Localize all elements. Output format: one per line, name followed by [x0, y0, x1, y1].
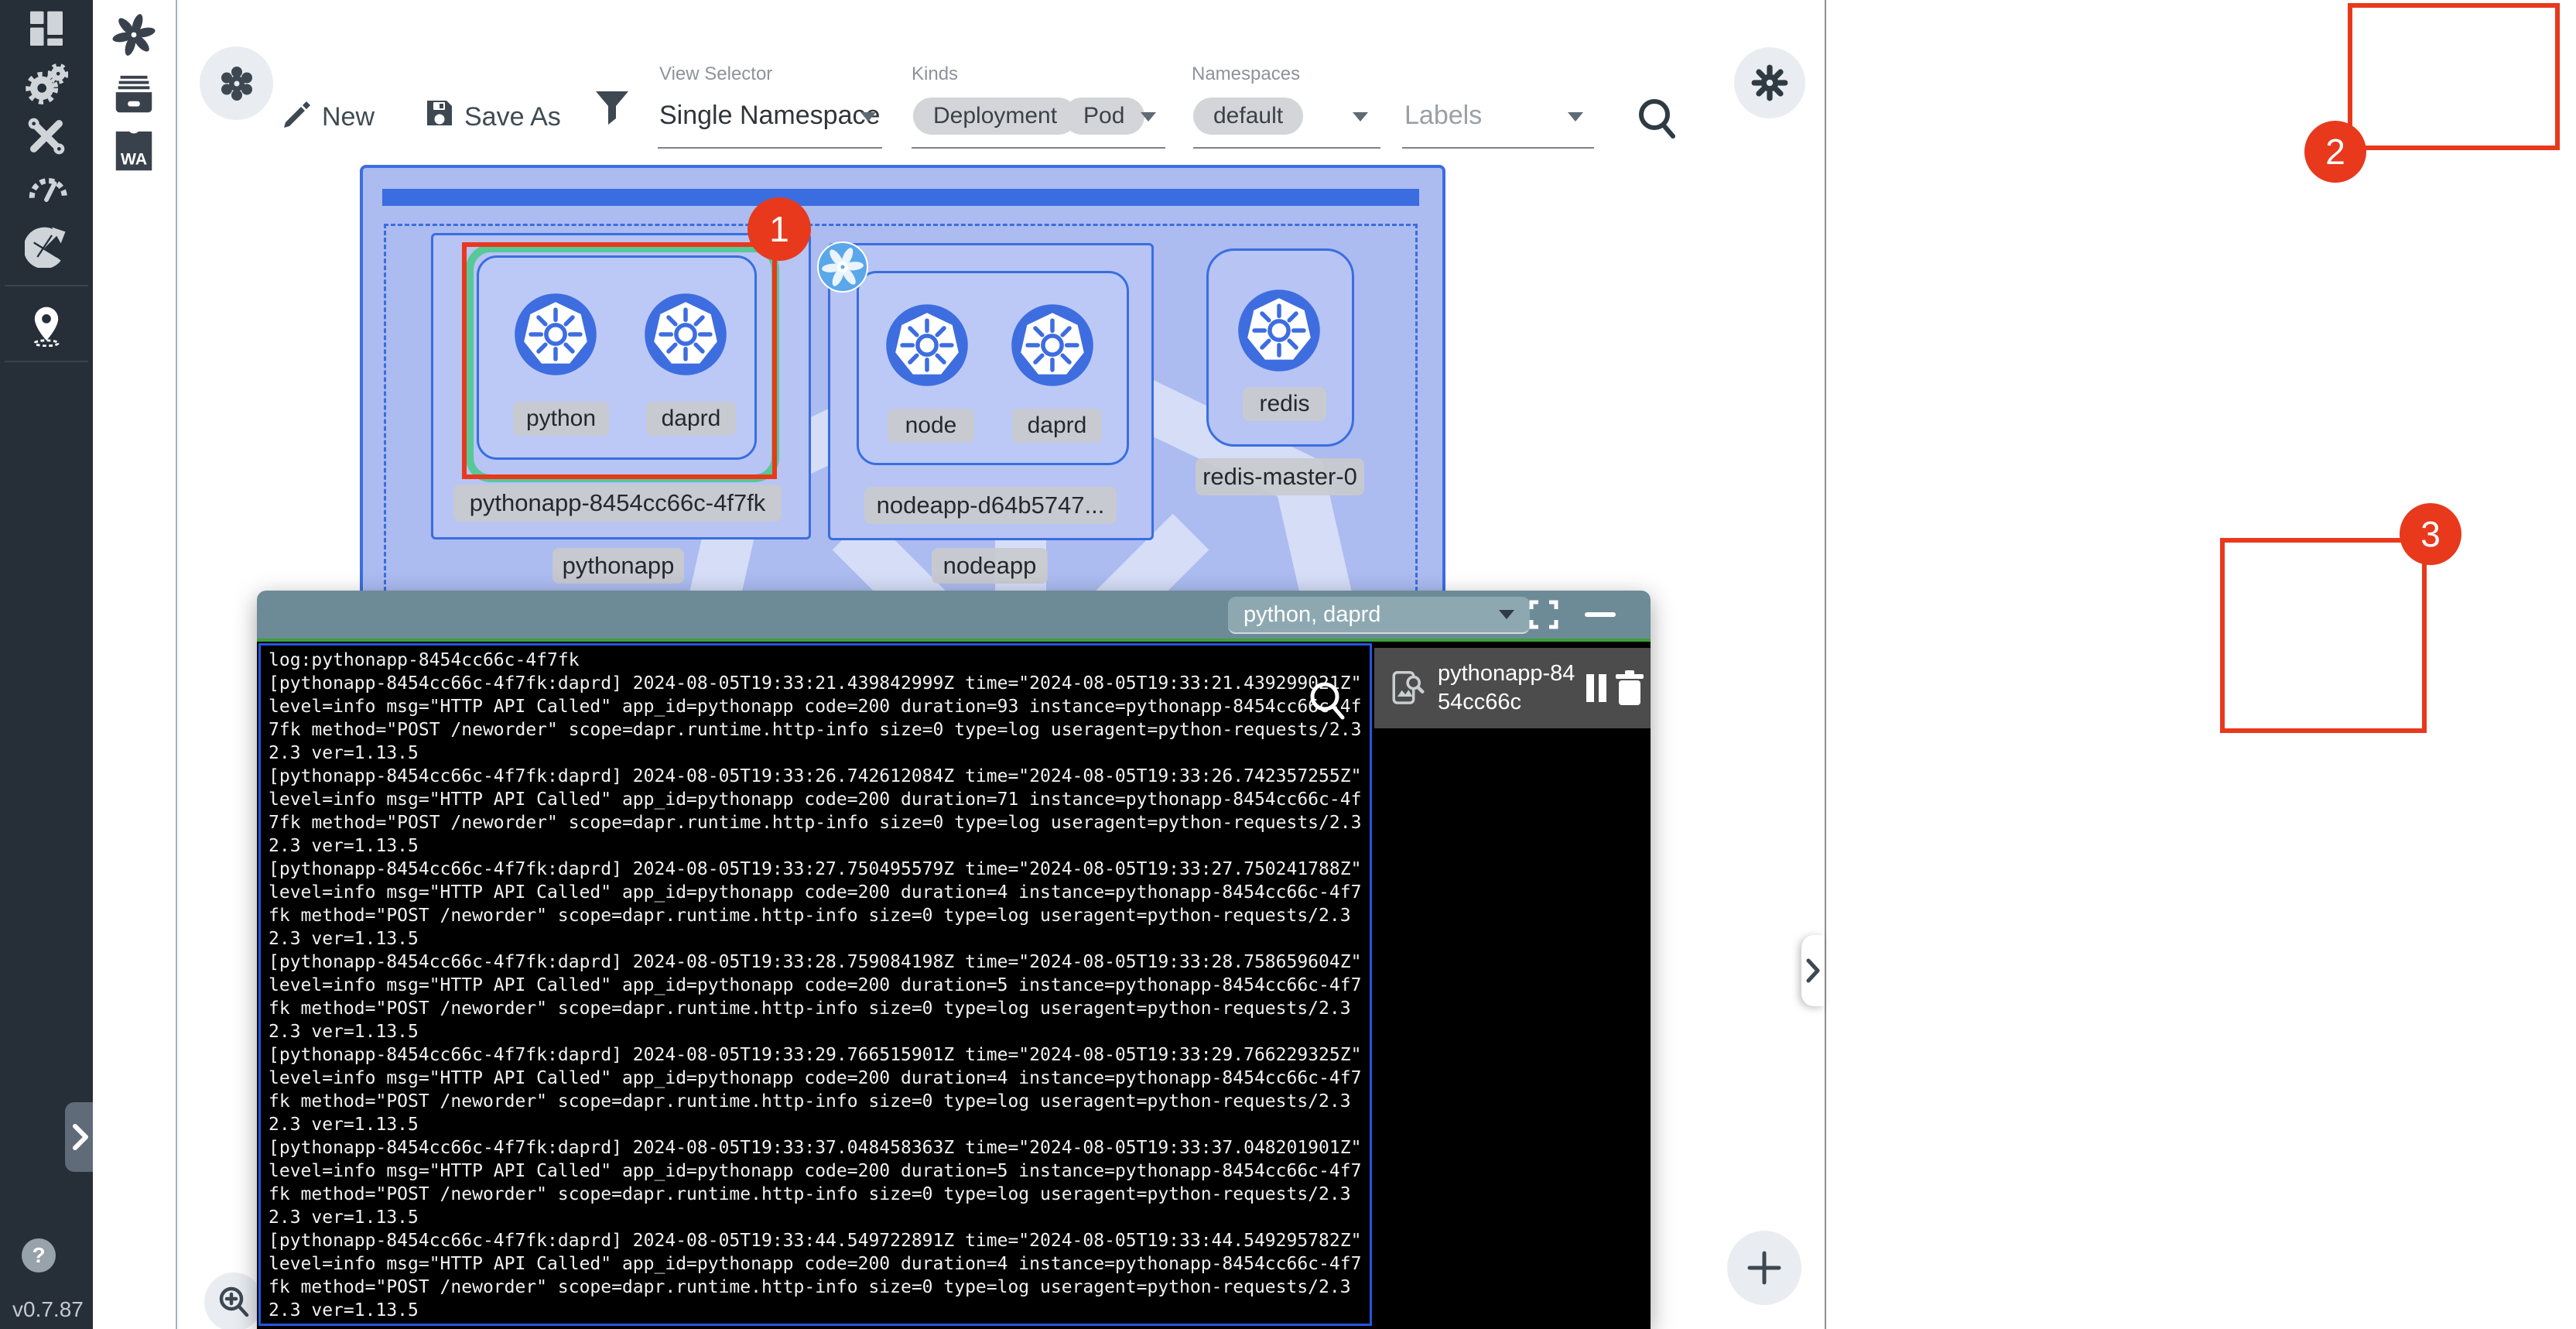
zoom-in-button[interactable] — [204, 1272, 263, 1329]
primary-sidebar: ? v0.7.87 — [0, 0, 93, 1329]
wa-glyph: WA — [121, 149, 147, 168]
search-icon[interactable] — [1634, 96, 1678, 141]
help-button[interactable]: ? — [22, 1238, 56, 1272]
settings-button[interactable] — [1734, 47, 1805, 118]
dapr-spiral-icon[interactable] — [110, 11, 158, 59]
graph-options-button[interactable] — [200, 46, 273, 120]
minimize-icon[interactable] — [1585, 612, 1616, 617]
panel-expand-button[interactable] — [1801, 935, 1825, 1006]
namespaces-underline — [1193, 147, 1380, 149]
namespaces-label: Namespaces — [1192, 63, 1300, 85]
gear-icon — [1750, 63, 1789, 102]
annotation-badge-3: 3 — [2400, 503, 2461, 565]
deployment-name-label: nodeapp — [932, 548, 1048, 584]
log-terminal-window: python, daprd log:pythonapp-8454cc66c-4f… — [257, 591, 1651, 1329]
chevron-down-icon — [1499, 610, 1514, 619]
container-selector-value: python, daprd — [1244, 602, 1499, 628]
pause-icon[interactable] — [1586, 674, 1606, 702]
zoom-in-icon — [216, 1284, 251, 1320]
right-panel: Details Views Metrics Actions PERFORMANC… — [1826, 0, 2576, 1329]
sidebar-divider — [5, 361, 88, 362]
pod-nodeapp[interactable]: node daprd — [857, 271, 1129, 465]
save-icon — [424, 98, 455, 128]
labels-select[interactable]: Labels — [1404, 101, 1482, 131]
settings-gears-icon[interactable] — [25, 62, 68, 105]
trash-icon[interactable] — [1614, 670, 1645, 706]
chevron-down-icon[interactable] — [1568, 112, 1583, 122]
log-session-item[interactable]: pythonapp-8454cc66c — [1374, 648, 1651, 728]
kubernetes-container-icon[interactable] — [1010, 303, 1095, 388]
session-title: pythonapp-8454cc66c — [1438, 659, 1585, 717]
dashboard-icon[interactable] — [25, 8, 68, 51]
app-window: ? v0.7.87 WA — [0, 0, 2576, 1329]
view-selector-underline — [658, 147, 882, 149]
container-label: node — [888, 409, 974, 443]
add-button[interactable] — [1727, 1231, 1801, 1305]
webassembly-icon[interactable]: WA — [110, 127, 158, 175]
pod-redis-master[interactable]: redis — [1206, 248, 1354, 447]
namespace-chip-default[interactable]: default — [1193, 98, 1303, 135]
terminal-titlebar[interactable]: python, daprd — [257, 591, 1651, 639]
log-pane[interactable]: log:pythonapp-8454cc66c-4f7fk [pythonapp… — [258, 643, 1372, 1326]
save-as-button[interactable]: Save As — [464, 102, 561, 132]
sidebar-expand-button[interactable] — [65, 1102, 96, 1172]
annotation-box-1 — [462, 242, 777, 479]
chevron-down-icon[interactable] — [1353, 112, 1368, 122]
pod-name-label: nodeapp-d64b5747... — [864, 487, 1117, 524]
kind-chip-deployment[interactable]: Deployment — [913, 98, 1077, 135]
log-output: log:pythonapp-8454cc66c-4f7fk [pythonapp… — [269, 649, 1362, 1322]
deployment-group-nodeapp[interactable]: node daprd nodeapp-d64b5747... — [828, 243, 1154, 540]
chevron-right-icon — [70, 1122, 91, 1153]
chevron-right-icon — [1805, 957, 1822, 985]
view-selector-value[interactable]: Single Namespace — [659, 101, 880, 131]
new-button[interactable]: New — [322, 102, 375, 132]
view-selector-label: View Selector — [659, 63, 772, 85]
stream-logs-icon — [1387, 668, 1427, 708]
kind-chip-pod[interactable]: Pod — [1063, 98, 1144, 135]
annotation-box-2 — [2348, 3, 2560, 150]
version-label: v0.7.87 — [12, 1297, 84, 1322]
annotation-badge-1: 1 — [747, 197, 811, 261]
kubernetes-container-icon[interactable] — [884, 303, 970, 388]
tools-icon[interactable] — [25, 115, 68, 158]
plus-icon — [1745, 1249, 1784, 1287]
location-pin-icon[interactable] — [25, 303, 68, 347]
namespace-header-bar — [382, 189, 1419, 206]
chevron-down-icon[interactable] — [860, 112, 876, 122]
kubernetes-container-icon[interactable] — [1237, 288, 1322, 373]
kinds-label: Kinds — [912, 63, 958, 85]
labels-underline — [1402, 147, 1594, 149]
kinds-underline — [912, 147, 1165, 149]
container-label: redis — [1243, 387, 1326, 421]
secondary-sidebar: WA — [93, 0, 177, 1329]
annotation-badge-2: 2 — [2304, 121, 2366, 183]
sidebar-divider — [5, 285, 88, 286]
dapr-sidecar-icon — [816, 241, 869, 293]
filter-funnel-icon[interactable] — [594, 90, 630, 127]
pod-name-label: pythonapp-8454cc66c-4f7fk — [453, 485, 782, 522]
container-label: daprd — [1012, 409, 1102, 443]
performance-gauge-icon[interactable] — [25, 167, 68, 211]
chevron-down-icon[interactable] — [1141, 112, 1156, 122]
terminal-content: log:pythonapp-8454cc66c-4f7fk [pythonapp… — [257, 639, 1651, 1329]
container-selector[interactable]: python, daprd — [1228, 597, 1530, 634]
log-sessions-pane: pythonapp-8454cc66c — [1374, 643, 1651, 1326]
pencil-icon — [282, 98, 313, 128]
fullscreen-icon[interactable] — [1529, 600, 1558, 629]
log-search-icon[interactable] — [1305, 679, 1349, 724]
archive-icon[interactable] — [110, 71, 158, 119]
flower-gear-icon — [217, 63, 257, 104]
conformance-pie-icon[interactable] — [25, 224, 68, 268]
pod-name-label: redis-master-0 — [1196, 458, 1364, 495]
deployment-name-label: pythonapp — [552, 548, 684, 584]
annotation-box-3 — [2220, 538, 2427, 733]
